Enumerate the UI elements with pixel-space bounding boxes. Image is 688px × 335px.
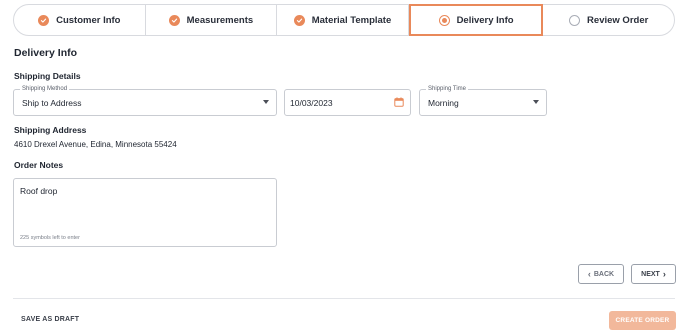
shipping-time-select[interactable]: Shipping Time Morning [419, 85, 547, 116]
save-as-draft-button[interactable]: SAVE AS DRAFT [21, 316, 79, 323]
shipping-date-value: 10/03/2023 [290, 98, 333, 108]
step-label: Review Order [587, 14, 649, 26]
shipping-address-text: 4610 Drexel Avenue, Edina, Minnesota 554… [14, 140, 177, 149]
shipping-method-select[interactable]: Shipping Method Ship to Address [13, 85, 277, 116]
shipping-date-input[interactable]: 10/03/2023 [284, 89, 411, 116]
back-button[interactable]: ‹ BACK [578, 264, 624, 284]
order-notes-textarea[interactable]: Roof drop 225 symbols left to enter [13, 178, 277, 247]
calendar-icon[interactable] [394, 97, 404, 107]
next-label: NEXT [641, 270, 660, 278]
dropdown-arrow-icon [263, 100, 269, 104]
dropdown-arrow-icon [533, 100, 539, 104]
radio-active-icon [438, 14, 450, 26]
order-notes-value: Roof drop [20, 186, 58, 196]
shipping-time-label: Shipping Time [426, 85, 469, 93]
check-circle-icon [168, 14, 180, 26]
step-measurements[interactable]: Measurements [146, 5, 278, 35]
check-circle-icon [293, 14, 305, 26]
page-title: Delivery Info [14, 47, 78, 59]
shipping-method-value: Ship to Address [22, 98, 82, 108]
step-review-order[interactable]: Review Order [543, 5, 674, 35]
create-order-button[interactable]: CREATE ORDER [609, 311, 676, 330]
shipping-time-value: Morning [428, 98, 459, 108]
step-material-template[interactable]: Material Template [277, 5, 409, 35]
back-label: BACK [593, 270, 615, 278]
step-label: Measurements [186, 14, 254, 26]
symbols-counter: 225 symbols left to enter [20, 235, 80, 241]
step-label: Customer Info [56, 14, 121, 26]
shipping-method-label: Shipping Method [20, 85, 70, 93]
shipping-address-heading: Shipping Address [14, 125, 87, 135]
step-delivery-info[interactable]: Delivery Info [408, 4, 544, 36]
radio-empty-icon [569, 14, 581, 26]
check-circle-icon [38, 14, 50, 26]
step-label: Material Template [311, 14, 392, 26]
shipping-details-heading: Shipping Details [14, 71, 81, 81]
progress-stepper: Customer Info Measurements Material Temp… [13, 4, 675, 36]
chevron-left-icon: ‹ [587, 268, 591, 279]
step-label: Delivery Info [456, 14, 514, 26]
chevron-right-icon: › [662, 268, 666, 279]
order-notes-heading: Order Notes [14, 160, 64, 170]
step-customer-info[interactable]: Customer Info [14, 5, 146, 35]
next-button[interactable]: NEXT › [631, 264, 676, 284]
footer-divider [13, 298, 675, 299]
